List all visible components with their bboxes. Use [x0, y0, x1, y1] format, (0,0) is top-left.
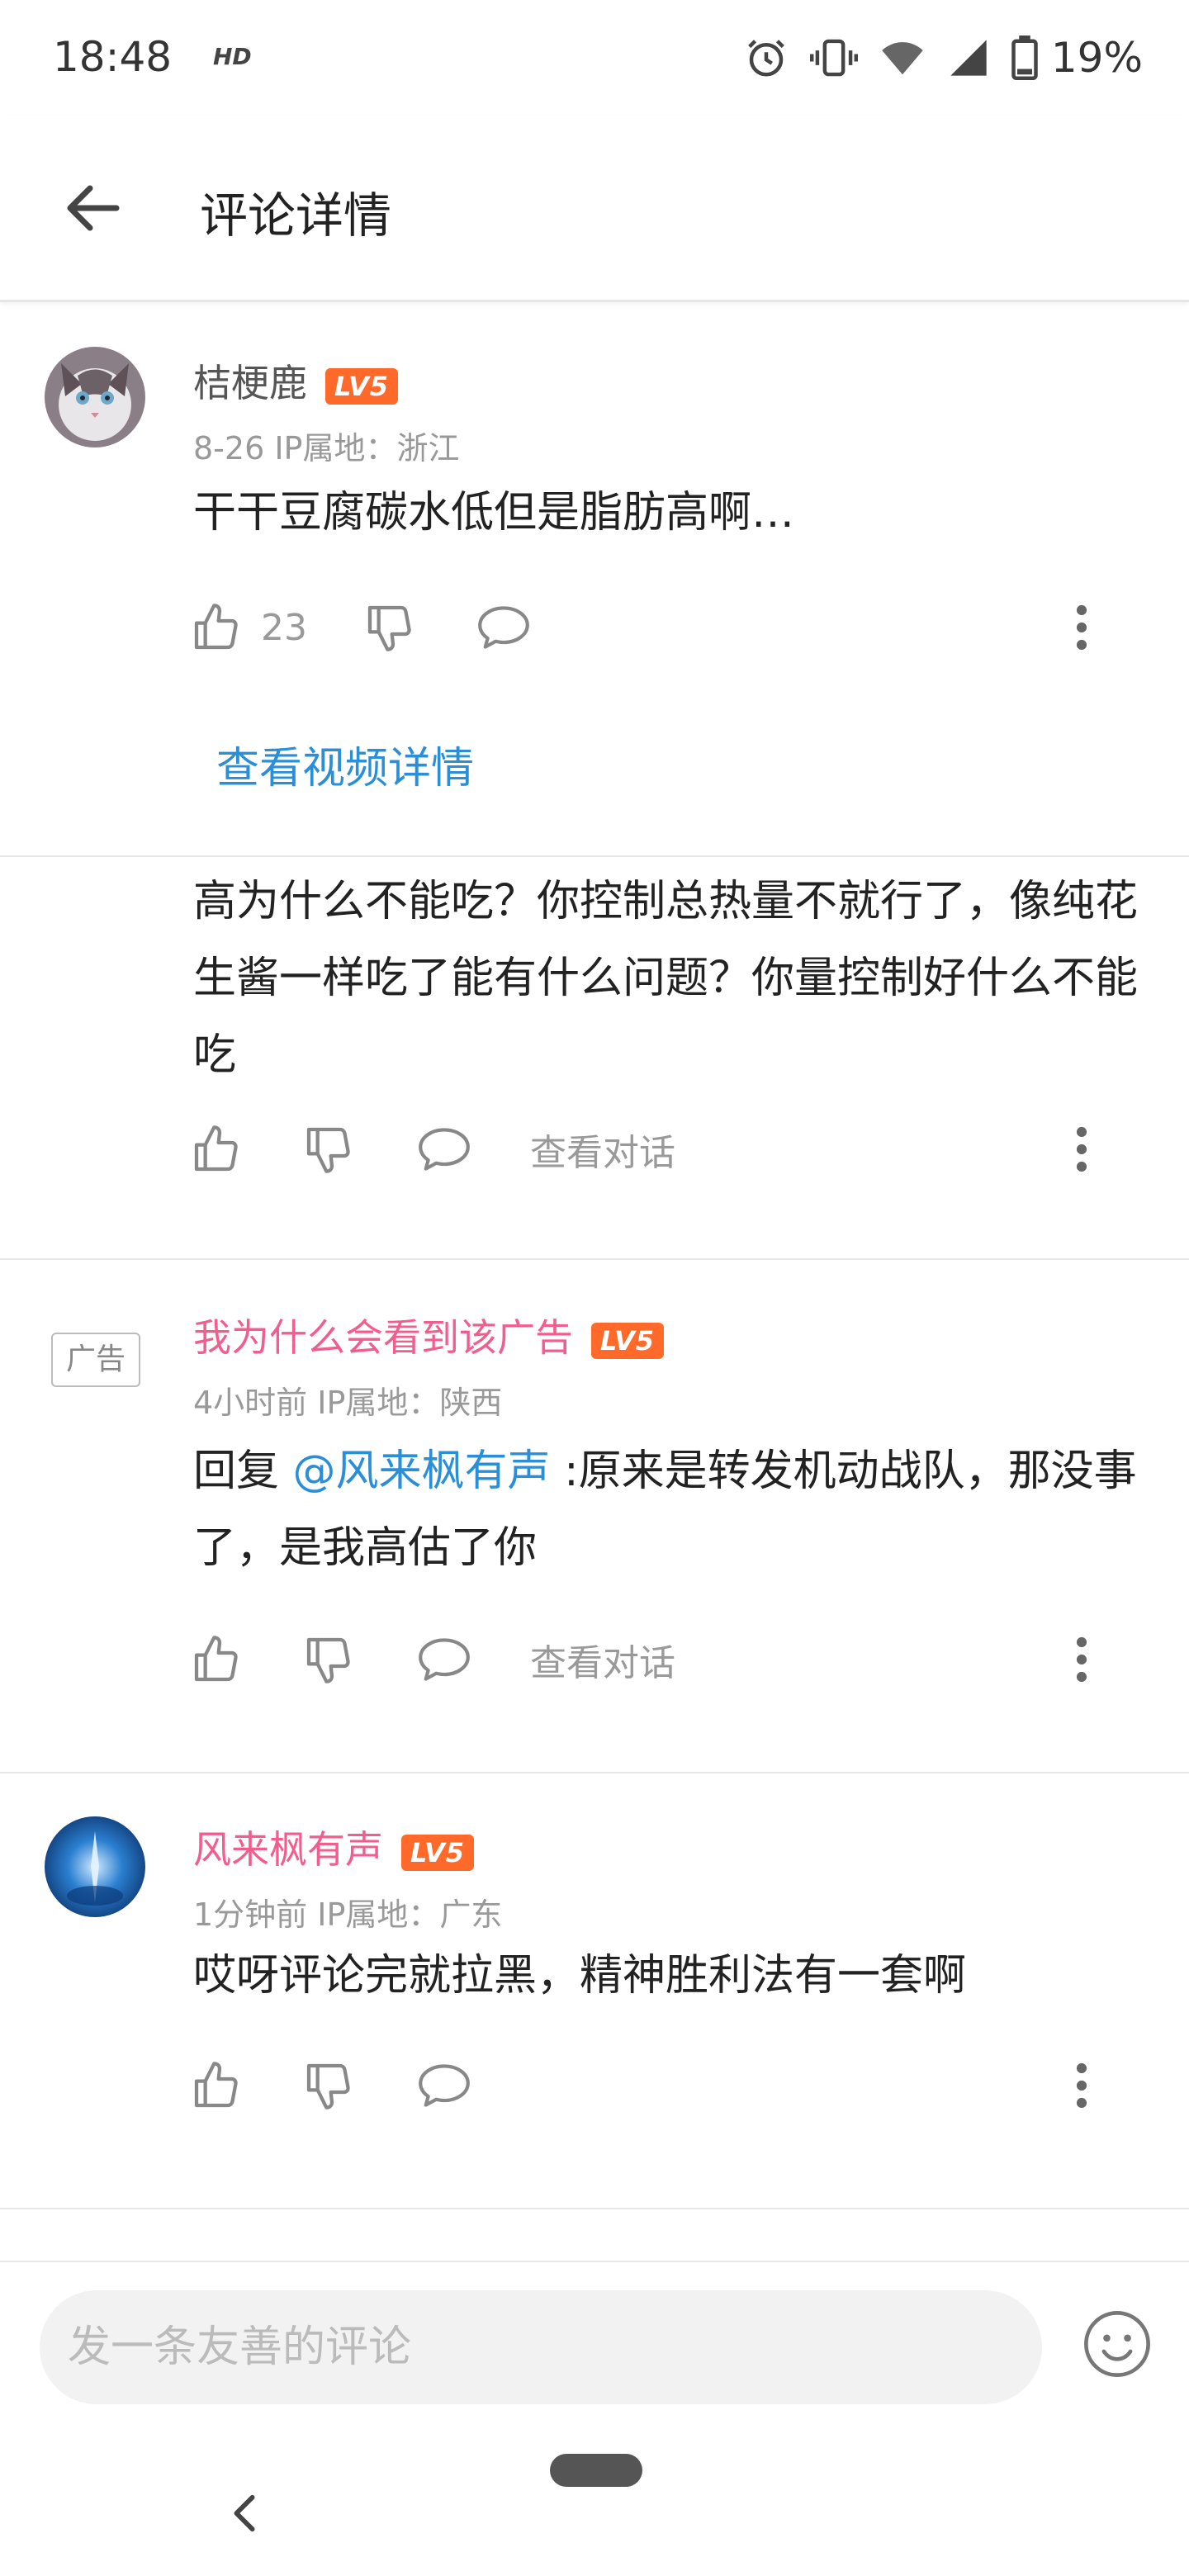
thumbs-up-icon: [194, 1636, 238, 1682]
comment-bubble-icon: [419, 1638, 470, 1681]
dislike-button[interactable]: [302, 1116, 355, 1182]
alarm-icon: [748, 40, 784, 77]
status-icons: 19%: [744, 31, 1143, 84]
chevron-left-icon: [234, 2494, 255, 2532]
comment-bubble-icon: [419, 2064, 470, 2107]
comment-content: 干干豆腐碳水低但是脂肪高啊…: [193, 488, 795, 537]
wifi-icon: [882, 42, 923, 75]
like-button[interactable]: [190, 2053, 243, 2119]
view-dialog-link[interactable]: 查看对话: [530, 1116, 675, 1182]
reply-button[interactable]: [416, 1116, 472, 1182]
reply-button[interactable]: [416, 1627, 472, 1693]
root-comment: 桔梗鹿 LV5 8-26 IP属地：浙江 干干豆腐碳水低但是脂肪高啊… 23 查看…: [0, 302, 1189, 855]
comment-actions: [190, 2053, 1106, 2119]
level-badge: LV5: [591, 1322, 664, 1359]
comment-actions: 23: [190, 594, 1106, 661]
like-count: 23: [261, 606, 307, 649]
level-badge: LV5: [401, 1834, 474, 1871]
hd-indicator: HD: [213, 43, 252, 70]
comment-meta: 4小时前 IP属地：陕西: [193, 1385, 503, 1421]
avatar[interactable]: [45, 1816, 145, 1917]
dislike-button[interactable]: [363, 594, 416, 661]
thumbs-up-icon: [194, 604, 238, 650]
dislike-button[interactable]: [302, 1627, 355, 1693]
emoji-button[interactable]: [1082, 2308, 1153, 2379]
battery-percent: 19%: [1050, 34, 1143, 82]
comment-actions: 查看对话: [190, 1116, 1106, 1182]
thumbs-down-icon: [306, 1637, 350, 1683]
username[interactable]: 风来枫有声 LV5: [193, 1820, 474, 1874]
comment-content: 回复 @风来枫有声 :原来是转发机动战队，那没事了，是我高估了你: [193, 1447, 1137, 1573]
more-button[interactable]: [1057, 1116, 1106, 1182]
dislike-button[interactable]: [302, 2053, 355, 2119]
battery-icon: [1011, 36, 1038, 80]
like-button[interactable]: [190, 1627, 243, 1693]
status-bar: 18:48 HD 19%: [0, 0, 1189, 116]
mention-link[interactable]: @风来枫有声: [293, 1447, 551, 1496]
header: 评论详情: [0, 116, 1189, 302]
username[interactable]: 桔梗鹿 LV5: [193, 353, 398, 408]
page-title: 评论详情: [200, 187, 392, 244]
username[interactable]: 我为什么会看到该广告 LV5: [193, 1308, 664, 1362]
comment-meta: 8-26 IP属地：浙江: [193, 430, 460, 466]
more-vertical-icon: [1076, 1126, 1087, 1172]
like-button[interactable]: [190, 1116, 243, 1182]
reply-button[interactable]: [416, 2053, 472, 2119]
signal-icon: [950, 40, 987, 76]
avatar[interactable]: [45, 347, 145, 447]
view-video-link[interactable]: 查看视频详情: [216, 733, 474, 795]
vibrate-icon: [809, 39, 858, 77]
thumbs-up-icon: [194, 1125, 238, 1172]
thumbs-up-icon: [194, 2062, 238, 2108]
like-button[interactable]: 23: [190, 594, 307, 661]
comment-meta: 1分钟前 IP属地：广东: [193, 1896, 503, 1933]
ad-reply: 广告 我为什么会看到该广告 LV5 4小时前 IP属地：陕西 回复 @风来枫有声 …: [0, 1260, 1189, 1772]
more-button[interactable]: [1057, 1627, 1106, 1693]
last-reply: 风来枫有声 LV5 1分钟前 IP属地：广东 哎呀评论完就拉黑，精神胜利法有一套啊: [0, 1773, 1189, 2208]
level-badge: LV5: [325, 367, 398, 405]
reply-button[interactable]: [476, 594, 532, 661]
smiley-icon: [1084, 2311, 1150, 2377]
comment-bubble-icon: [419, 1128, 470, 1171]
comment-input[interactable]: 发一条友善的评论: [40, 2290, 1042, 2404]
ad-tag: 广告: [51, 1333, 140, 1387]
nav-back-button[interactable]: [225, 2487, 264, 2540]
more-button[interactable]: [1057, 2053, 1106, 2119]
status-time: 18:48: [53, 33, 173, 81]
comment-bubble-icon: [478, 606, 529, 649]
reply-partial: 高为什么不能吃？你控制总热量不就行了，像纯花生酱一样吃了能有什么问题？你量控制好…: [0, 857, 1189, 1258]
comment-actions: 查看对话: [190, 1627, 1106, 1693]
divider: [0, 2208, 1189, 2209]
view-dialog-link[interactable]: 查看对话: [530, 1627, 675, 1693]
thumbs-down-icon: [367, 605, 411, 651]
arrow-left-icon: [67, 185, 120, 231]
home-gesture-pill[interactable]: [550, 2454, 642, 2487]
thumbs-down-icon: [306, 2063, 350, 2110]
more-button[interactable]: [1057, 594, 1106, 661]
more-vertical-icon: [1076, 1636, 1087, 1683]
more-vertical-icon: [1076, 604, 1087, 651]
comment-content: 高为什么不能吃？你控制总热量不就行了，像纯花生酱一样吃了能有什么问题？你量控制好…: [193, 877, 1139, 1080]
more-vertical-icon: [1076, 2062, 1087, 2109]
comment-content: 哎呀评论完就拉黑，精神胜利法有一套啊: [193, 1951, 967, 2001]
back-button[interactable]: [53, 175, 132, 241]
comment-composer: 发一条友善的评论: [0, 2261, 1189, 2576]
thumbs-down-icon: [306, 1127, 350, 1173]
